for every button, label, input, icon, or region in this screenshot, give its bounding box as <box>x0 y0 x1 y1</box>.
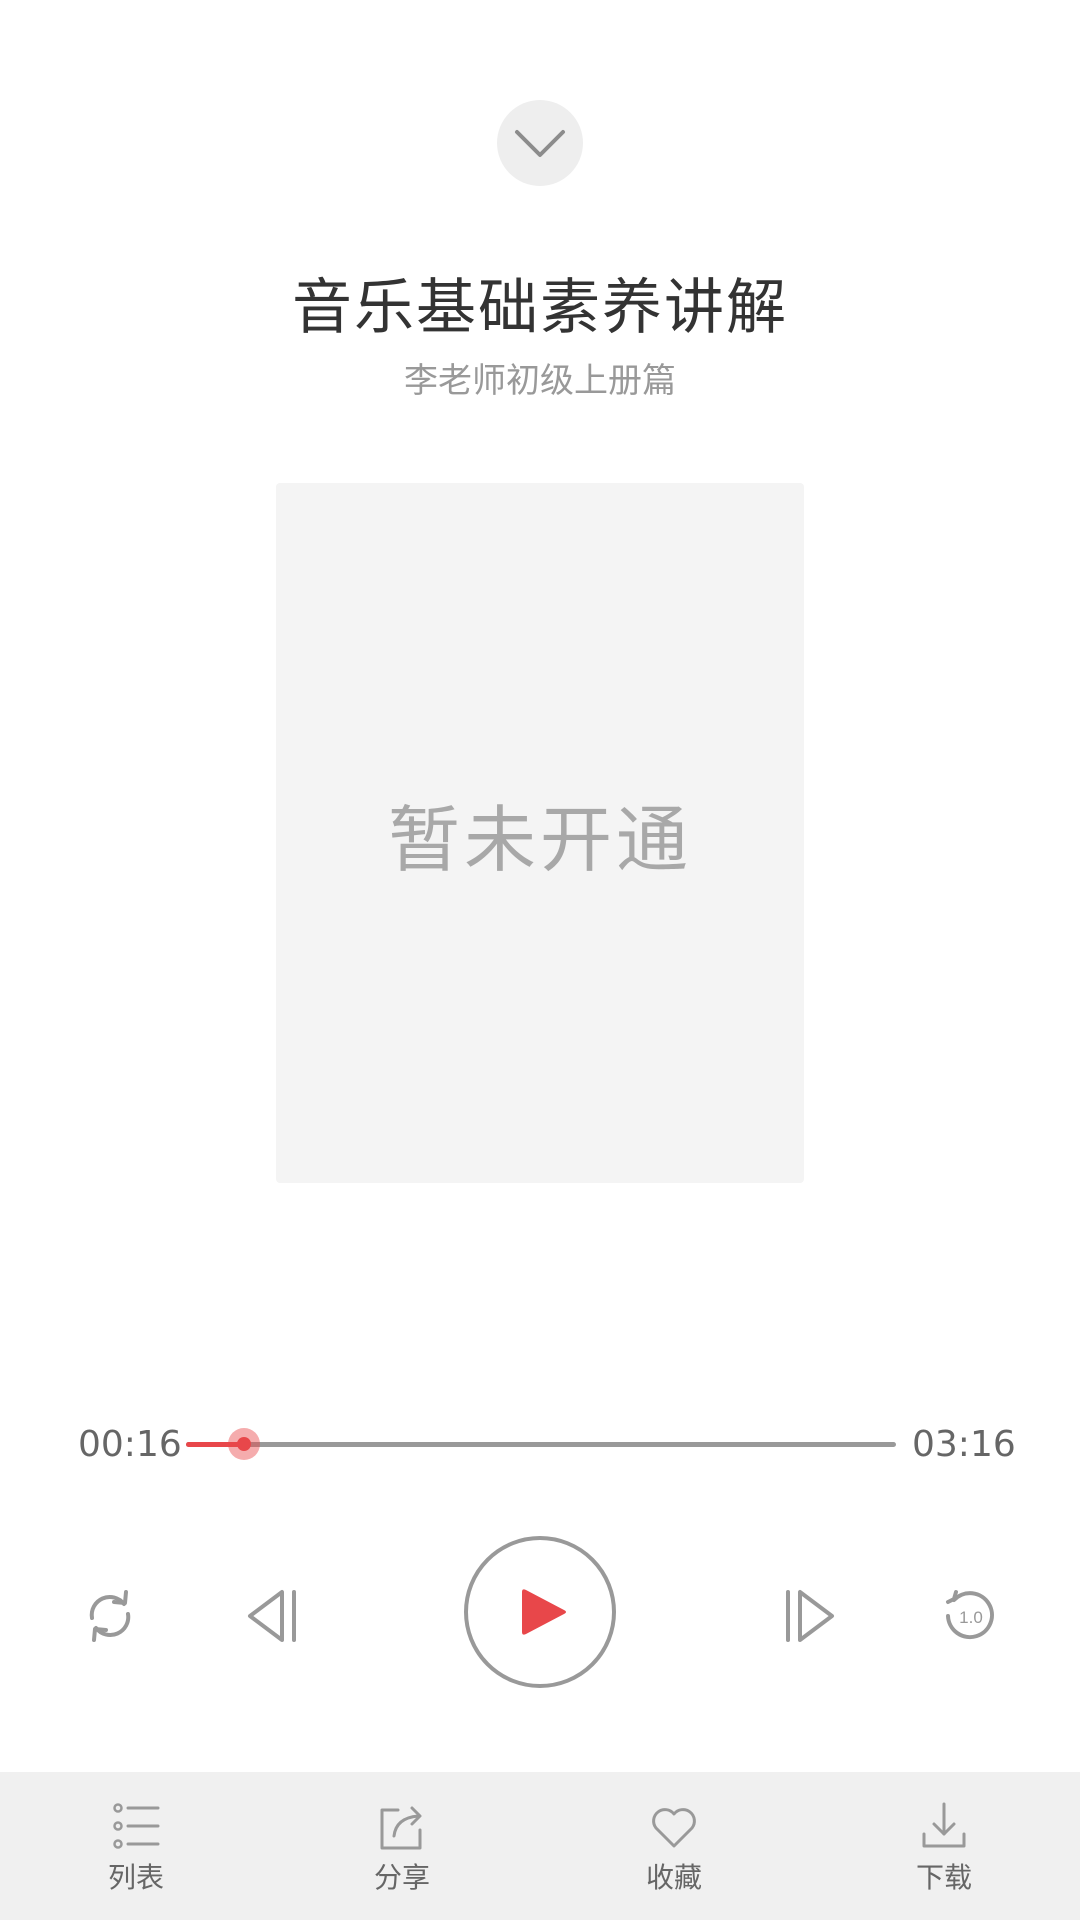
heart-icon <box>652 1808 696 1848</box>
previous-icon <box>248 1590 296 1642</box>
previous-button[interactable] <box>232 1576 312 1656</box>
cover-placeholder-text: 暂未开通 <box>387 797 692 882</box>
page-subtitle: 李老师初级上册篇 <box>404 361 676 401</box>
progress-track[interactable] <box>186 1428 896 1460</box>
tab-list-label: 列表 <box>107 1861 164 1894</box>
bottom-action-bar: 列表 分享 收藏 下载 <box>0 1772 1080 1920</box>
tab-download[interactable]: 下载 <box>864 1772 1024 1920</box>
next-button[interactable] <box>770 1576 850 1656</box>
list-icon <box>113 1803 160 1849</box>
total-time: 03:16 <box>912 1424 1016 1465</box>
playback-speed-button[interactable]: 1.0 <box>930 1576 1010 1656</box>
progress-thumb-dot <box>237 1437 252 1451</box>
current-time: 00:16 <box>78 1424 182 1465</box>
share-icon <box>380 1806 422 1850</box>
cover-placeholder: 暂未开通 <box>276 483 804 1183</box>
progress-thumb[interactable] <box>228 1428 261 1460</box>
tab-share-label: 分享 <box>373 1861 430 1894</box>
tab-list[interactable]: 列表 <box>56 1772 216 1920</box>
speed-icon: 1.0 <box>946 1590 994 1640</box>
tab-favorite-label: 收藏 <box>645 1861 702 1894</box>
play-button[interactable] <box>464 1536 616 1688</box>
chevron-down-icon <box>515 130 565 157</box>
loop-button[interactable] <box>70 1576 150 1656</box>
page-title: 音乐基础素养讲解 <box>292 273 788 343</box>
tab-favorite[interactable]: 收藏 <box>594 1772 754 1920</box>
tab-share[interactable]: 分享 <box>322 1772 482 1920</box>
collapse-button[interactable] <box>497 100 583 186</box>
speed-value: 1.0 <box>959 1608 983 1627</box>
tab-download-label: 下载 <box>915 1861 972 1894</box>
next-icon <box>786 1590 834 1642</box>
audio-player-screen: 音乐基础素养讲解 李老师初级上册篇 暂未开通 00:16 03:16 1.0 列… <box>0 0 1080 1920</box>
play-icon <box>522 1589 566 1635</box>
download-icon <box>922 1802 966 1848</box>
loop-icon <box>89 1590 131 1642</box>
